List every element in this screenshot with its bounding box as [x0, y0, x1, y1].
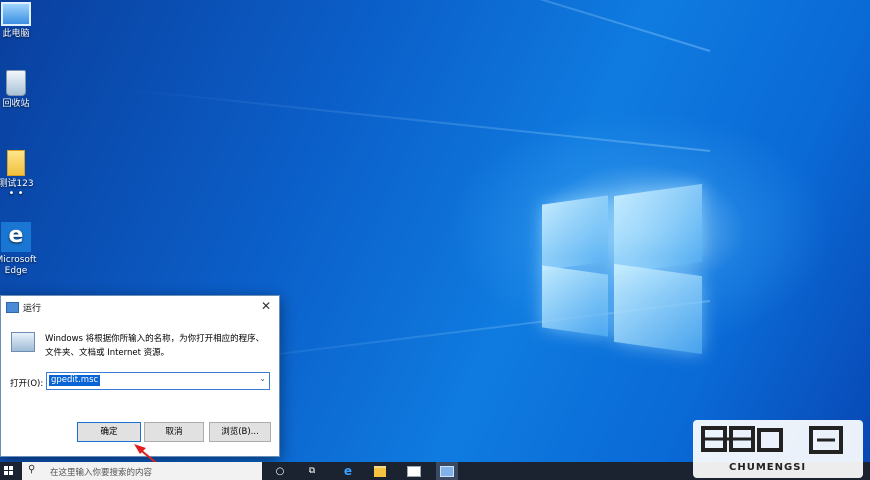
logo-pane	[614, 183, 702, 275]
run-icon	[6, 302, 19, 313]
edge-icon: e	[1, 222, 31, 252]
edge-icon[interactable]: e	[340, 462, 356, 480]
mail-icon[interactable]	[406, 462, 422, 480]
open-combobox[interactable]: gpedit.msc ⌄	[46, 372, 270, 390]
task-view-icon[interactable]: ⧉	[304, 462, 320, 480]
open-input[interactable]: gpedit.msc	[49, 375, 101, 386]
desktop-icon-label: 此电脑	[2, 29, 30, 39]
watermark-logo: CHUMENGSI	[693, 420, 863, 478]
close-button[interactable]: ✕	[261, 299, 271, 313]
desktop-icon-label: Microsoft Edge	[0, 255, 37, 276]
search-placeholder: 在这里输入你要搜索的内容	[50, 468, 153, 478]
ok-button[interactable]: 确定	[77, 422, 141, 442]
run-dialog: 运行 ✕ Windows 将根据你所输入的名称，为你打开相应的程序、文件夹、文档…	[0, 295, 280, 457]
open-label: 打开(O):	[10, 379, 44, 389]
logo-pane	[542, 195, 608, 271]
run-dialog-title: 运行	[23, 304, 42, 314]
cancel-button[interactable]: 取消	[144, 422, 204, 442]
taskbar-search-box[interactable]: ⚲ 在这里输入你要搜索的内容	[22, 462, 262, 480]
desktop-icon-folder[interactable]: 测试123 • •	[0, 150, 44, 199]
search-icon: ⚲	[28, 464, 36, 475]
desktop-icon-label: 回收站	[2, 99, 30, 109]
light-beam	[123, 88, 711, 152]
watermark-glyphs	[701, 426, 843, 454]
cortana-icon[interactable]: ○	[272, 462, 288, 480]
desktop-icon-recycle-bin[interactable]: 回收站	[0, 70, 44, 110]
start-icon[interactable]	[2, 462, 16, 480]
run-dialog-titlebar[interactable]: 运行 ✕	[1, 296, 279, 318]
run-dialog-description: Windows 将根据你所输入的名称，为你打开相应的程序、文件夹、文档或 Int…	[45, 334, 265, 358]
watermark-text: CHUMENGSI	[729, 462, 807, 473]
light-beam	[107, 0, 711, 52]
file-explorer-icon[interactable]	[372, 462, 388, 480]
desktop-icon-this-pc[interactable]: 此电脑	[0, 2, 44, 40]
logo-pane	[542, 265, 608, 337]
folder-icon	[7, 150, 25, 176]
this-pc-icon	[1, 2, 31, 26]
browse-button[interactable]: 浏览(B)...	[209, 422, 271, 442]
run-icon[interactable]	[436, 462, 458, 480]
logo-pane	[614, 263, 702, 355]
chevron-down-icon[interactable]: ⌄	[259, 374, 266, 383]
desktop-icon-edge[interactable]: e Microsoft Edge	[0, 222, 44, 277]
desktop: 此电脑 回收站 测试123 • • e Microsoft Edge 运行 ✕ …	[0, 0, 870, 480]
run-program-icon	[11, 332, 35, 352]
recycle-bin-icon	[6, 70, 26, 96]
